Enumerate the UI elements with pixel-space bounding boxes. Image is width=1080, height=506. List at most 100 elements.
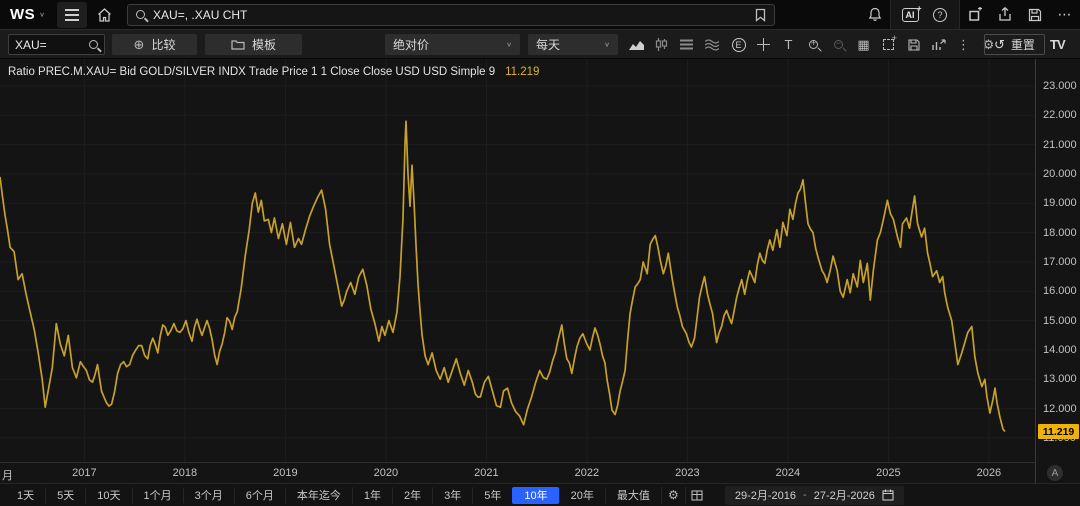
range-button-1年[interactable]: 1年 xyxy=(352,487,392,504)
panel-grid-icon xyxy=(691,490,703,501)
waves-style-button[interactable] xyxy=(699,34,724,55)
date-separator: - xyxy=(803,489,807,501)
range-button-3个月[interactable]: 3个月 xyxy=(183,487,234,504)
snapshot-button[interactable] xyxy=(876,34,901,55)
save-chart-button[interactable] xyxy=(901,34,926,55)
more-tools-button[interactable]: ⋮ xyxy=(951,34,976,55)
last-price-badge: 11.219 xyxy=(1038,424,1079,439)
topbar-right-cluster: AI+ ? ⋯ xyxy=(860,0,1080,29)
bookmark-icon[interactable] xyxy=(755,8,766,22)
price-tick-label: 23.000 xyxy=(1043,80,1077,92)
price-tick-label: 12.000 xyxy=(1043,403,1077,415)
range-button-10天[interactable]: 10天 xyxy=(85,487,131,504)
export-chart-button[interactable] xyxy=(926,34,951,55)
range-button-6个月[interactable]: 6个月 xyxy=(234,487,285,504)
assistant-help-panel: AI+ ? xyxy=(890,0,960,29)
price-tick-label: 21.000 xyxy=(1043,139,1077,151)
range-button-5天[interactable]: 5天 xyxy=(45,487,85,504)
range-settings-button[interactable]: ⚙ xyxy=(661,487,685,504)
global-search[interactable]: XAU=, .XAU CHT xyxy=(127,4,775,26)
reset-button[interactable]: ↺ 重置 xyxy=(984,34,1045,55)
search-icon xyxy=(89,40,98,49)
compare-label: 比较 xyxy=(151,36,175,53)
time-tick-label: 2017 xyxy=(72,467,96,479)
zoom-in-button[interactable]: + xyxy=(801,34,826,55)
axis-settings-button[interactable]: A xyxy=(1047,465,1063,481)
range-button-10年[interactable]: 10年 xyxy=(512,487,558,504)
folder-icon xyxy=(231,39,245,50)
range-button-5年[interactable]: 5年 xyxy=(472,487,512,504)
price-tick-label: 19.000 xyxy=(1043,197,1077,209)
interval-value: 每天 xyxy=(536,36,560,53)
home-button[interactable] xyxy=(89,2,119,28)
notifications-button[interactable] xyxy=(860,2,890,28)
candlestick-style-button[interactable] xyxy=(649,34,674,55)
tradingview-logo[interactable]: TV xyxy=(1050,37,1065,52)
chart-area[interactable]: Ratio PREC.M.XAU= Bid GOLD/SILVER INDX T… xyxy=(0,59,1035,462)
zoom-in-icon: + xyxy=(809,40,818,49)
search-input-value[interactable]: XAU=, .XAU CHT xyxy=(153,8,747,22)
ai-assistant-button[interactable]: AI+ xyxy=(895,2,925,28)
bars-icon xyxy=(680,39,693,50)
legend-text: Ratio PREC.M.XAU= Bid GOLD/SILVER INDX T… xyxy=(8,66,495,78)
price-plot[interactable] xyxy=(0,59,1035,462)
price-axis[interactable]: 23.00022.00021.00020.00019.00018.00017.0… xyxy=(1035,59,1080,483)
time-axis[interactable]: 月 20172018201920202021202220232024202520… xyxy=(0,462,1035,483)
ellipsis-icon: ⋯ xyxy=(1058,6,1073,23)
date-from: 29-2月-2016 xyxy=(735,487,796,503)
compare-button[interactable]: ⊕ 比较 xyxy=(112,34,197,55)
price-tick-label: 17.000 xyxy=(1043,256,1077,268)
time-tick-label: 2018 xyxy=(173,467,197,479)
range-button-20年[interactable]: 20年 xyxy=(559,487,605,504)
home-icon xyxy=(97,8,112,22)
zoom-out-icon: − xyxy=(834,40,843,49)
floppy-icon xyxy=(908,39,920,51)
new-layout-button[interactable] xyxy=(960,2,990,28)
reset-label: 重置 xyxy=(1011,36,1035,53)
share-button[interactable] xyxy=(990,2,1020,28)
chevron-down-icon: ∨ xyxy=(506,41,512,48)
save-button[interactable] xyxy=(1020,2,1050,28)
zoom-out-button[interactable]: − xyxy=(826,34,851,55)
chart-legend[interactable]: Ratio PREC.M.XAU= Bid GOLD/SILVER INDX T… xyxy=(8,66,539,78)
help-button[interactable]: ? xyxy=(925,2,955,28)
add-window-icon xyxy=(968,7,983,22)
area-chart-style-button[interactable] xyxy=(624,34,649,55)
chevron-down-icon: ∨ xyxy=(604,41,610,48)
range-button-group: 1天5天10天1个月3个月6个月本年迄今1年2年3年5年10年20年最大值 xyxy=(6,487,661,504)
plus-circle-icon: ⊕ xyxy=(134,37,145,53)
time-tick-label: 2024 xyxy=(776,467,800,479)
app-logo[interactable]: WS ∨ xyxy=(0,0,55,29)
time-tick-label: 2022 xyxy=(575,467,599,479)
chevron-down-icon: ∨ xyxy=(39,11,45,18)
range-button-3年[interactable]: 3年 xyxy=(432,487,472,504)
symbol-input[interactable]: XAU= xyxy=(8,34,105,55)
bars-style-button[interactable] xyxy=(674,34,699,55)
range-button-1个月[interactable]: 1个月 xyxy=(132,487,183,504)
gear-icon: ⚙ xyxy=(668,488,679,502)
date-to: 27-2月-2026 xyxy=(814,487,875,503)
range-button-1天[interactable]: 1天 xyxy=(6,487,45,504)
template-button[interactable]: 模板 xyxy=(205,34,302,55)
app-logo-text: WS xyxy=(10,6,35,23)
grid-icon: ▦ xyxy=(857,37,869,53)
crosshair-tool-button[interactable] xyxy=(751,34,776,55)
events-button[interactable]: E xyxy=(726,34,751,55)
area-chart-icon xyxy=(629,39,644,51)
range-button-2年[interactable]: 2年 xyxy=(392,487,432,504)
text-tool-button[interactable]: T xyxy=(776,34,801,55)
menu-button[interactable] xyxy=(57,2,87,28)
price-tick-label: 20.000 xyxy=(1043,168,1077,180)
range-button-本年迄今[interactable]: 本年迄今 xyxy=(285,487,352,504)
grid-layout-button[interactable]: ▦ xyxy=(851,34,876,55)
date-range-picker[interactable]: 29-2月-2016 - 27-2月-2026 xyxy=(725,486,904,505)
save-icon xyxy=(1028,8,1042,22)
more-button[interactable]: ⋯ xyxy=(1050,2,1080,28)
time-axis-partial-label: 月 xyxy=(2,467,13,483)
price-mode-dropdown[interactable]: 绝对价 ∨ xyxy=(385,34,520,55)
legend-last-value: 11.219 xyxy=(505,66,539,78)
interval-dropdown[interactable]: 每天 ∨ xyxy=(528,34,618,55)
time-tick-label: 2026 xyxy=(977,467,1001,479)
range-button-最大值[interactable]: 最大值 xyxy=(605,487,661,504)
range-grid-button[interactable] xyxy=(685,487,709,504)
